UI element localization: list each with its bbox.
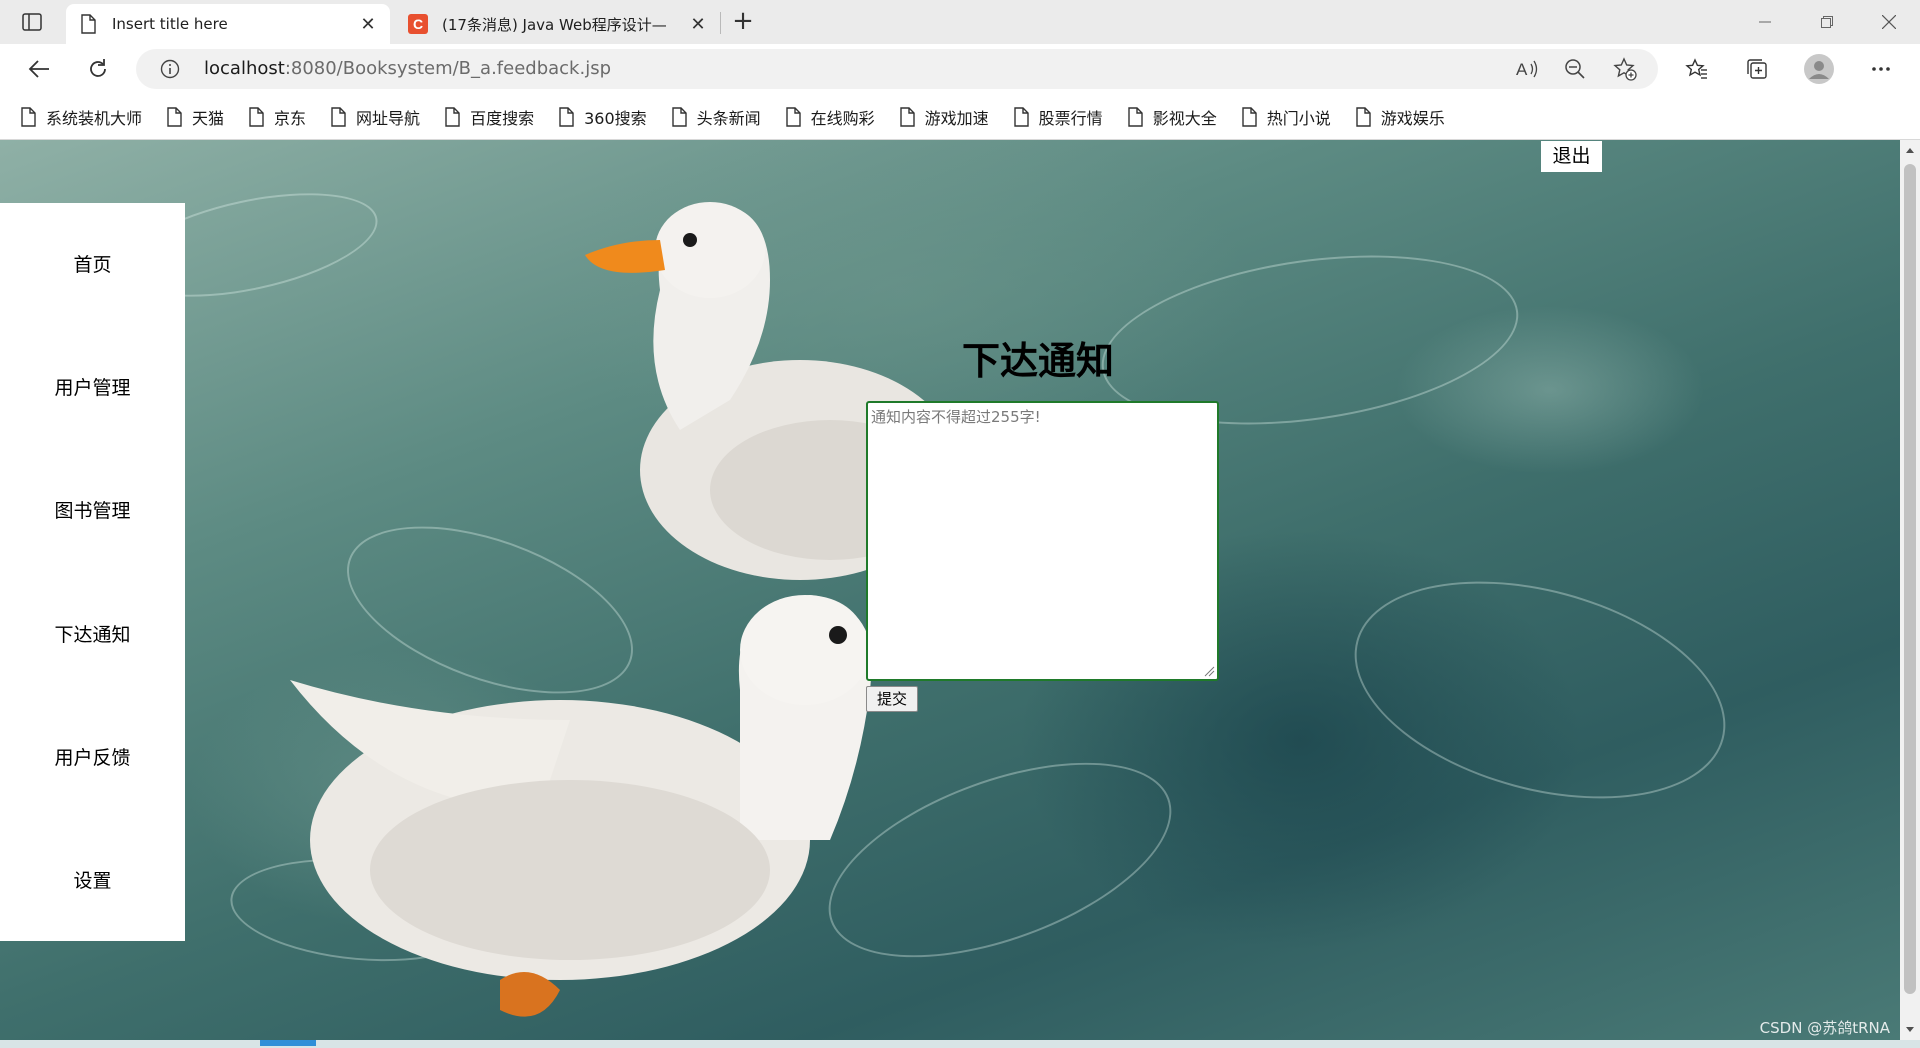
water-ripple [1330,544,1750,836]
bookmark-page-icon [1127,106,1143,127]
bookmark-item[interactable]: 头条新闻 [671,105,761,129]
bookmark-page-icon [1013,106,1029,127]
bookmark-item[interactable]: 游戏娱乐 [1355,105,1445,129]
bookmark-label: 游戏加速 [924,108,989,128]
tab-actions-icon[interactable] [14,8,50,36]
notice-textarea[interactable]: 通知内容不得超过255字! [866,401,1219,681]
svg-text:A: A [1516,60,1528,79]
bookmark-item[interactable]: 热门小说 [1241,105,1331,129]
bookmark-label: 网址导航 [356,108,421,128]
page-icon [78,14,98,34]
tab-separator [720,12,721,34]
scrollbar-thumb[interactable] [1904,164,1916,994]
window-controls [1734,0,1920,44]
bookmark-page-icon [21,106,36,127]
tab-strip: Insert title here ✕ C (17条消息) Java Web程序… [0,0,1920,44]
bookmark-item[interactable]: 京东 [248,105,306,129]
csdn-watermark: CSDN @苏鸽tRNA [1759,1019,1890,1037]
url-text: localhost:8080/Booksystem/B_a.feedback.j… [204,58,611,79]
tab-active[interactable]: Insert title here ✕ [66,4,390,44]
bookmark-label: 热门小说 [1266,108,1331,128]
bookmark-item[interactable]: 在线购彩 [785,105,875,129]
bookmark-page-icon [249,106,264,127]
browser-toolbar: localhost:8080/Booksystem/B_a.feedback.j… [0,44,1920,94]
bookmark-item[interactable]: 360搜索 [558,105,647,129]
page-title: 下达通知 [962,339,1115,383]
resize-grip-icon[interactable] [1203,665,1215,677]
bookmark-label: 游戏娱乐 [1380,108,1445,128]
scroll-up-icon[interactable] [1904,144,1916,156]
bookmark-label: 影视大全 [1152,108,1217,128]
url-path: :8080/Booksystem/B_a.feedback.jsp [284,58,612,79]
url-host: localhost [204,58,285,79]
sidebar-item-issue-notice[interactable]: 下达通知 [0,615,185,655]
bookmark-label: 京东 [274,108,307,128]
new-tab-button[interactable]: + [728,8,758,36]
tab-csdn[interactable]: C (17条消息) Java Web程序设计— ✕ [396,4,720,44]
read-aloud-icon[interactable]: A [1514,57,1538,81]
page-viewport: 首页 用户管理 图书管理 下达通知 用户反馈 设置 退出 下达通知 通知内容不得… [0,140,1900,1040]
favorites-icon[interactable] [1682,54,1712,84]
bookmark-label: 天猫 [192,108,225,128]
sidebar-nav: 首页 用户管理 图书管理 下达通知 用户反馈 设置 [0,203,185,941]
more-menu-icon[interactable] [1866,54,1896,84]
bookmark-item[interactable]: 天猫 [166,105,224,129]
sidebar-item-home[interactable]: 首页 [0,245,185,285]
bookmark-label: 在线购彩 [810,108,875,128]
bookmark-page-icon [167,106,182,127]
duck-front-image [290,595,872,1017]
close-window-icon[interactable] [1858,0,1920,44]
site-info-icon[interactable] [160,59,180,79]
close-tab-icon[interactable]: ✕ [688,14,708,35]
bookmark-label: 股票行情 [1038,108,1103,128]
bookmark-item[interactable]: 游戏加速 [899,105,989,129]
logout-button[interactable]: 退出 [1541,141,1602,172]
bookmark-label: 360搜索 [584,108,647,128]
bookmark-page-icon [1242,106,1257,127]
restore-icon[interactable] [1796,0,1858,44]
close-tab-icon[interactable]: ✕ [358,14,378,35]
submit-button[interactable]: 提交 [866,686,918,712]
bookmark-item[interactable]: 百度搜索 [444,105,534,129]
bookmark-item[interactable]: 网址导航 [330,105,420,129]
sidebar-item-user-feedback[interactable]: 用户反馈 [0,738,185,778]
minimize-icon[interactable] [1734,0,1796,44]
bookmark-item[interactable]: 股票行情 [1013,105,1103,129]
csdn-favicon-icon: C [408,14,428,34]
taskbar-active-indicator [260,1040,316,1046]
scroll-down-icon[interactable] [1904,1024,1916,1036]
bookmark-item[interactable]: 系统装机大师 [20,105,142,129]
tab-title: (17条消息) Java Web程序设计— [442,15,667,34]
zoom-out-icon[interactable] [1563,57,1587,81]
bookmark-label: 头条新闻 [696,108,761,128]
bookmark-label: 百度搜索 [470,108,535,128]
sidebar-item-user-management[interactable]: 用户管理 [0,368,185,408]
collections-icon[interactable] [1742,54,1772,84]
bookmark-page-icon [559,106,574,127]
vertical-scrollbar[interactable] [1900,140,1920,1040]
sidebar-item-settings[interactable]: 设置 [0,861,185,901]
bookmarks-bar: 系统装机大师 天猫 京东 网址导航 百度搜索 360搜索 头条新闻 在线购彩 游戏加速 股票行情 影… [0,94,1920,140]
sidebar-item-book-management[interactable]: 图书管理 [0,491,185,531]
refresh-icon[interactable] [83,54,113,84]
bookmark-item[interactable]: 影视大全 [1127,105,1217,129]
profile-avatar[interactable] [1804,54,1834,84]
tab-title: Insert title here [112,15,228,33]
taskbar-strip [0,1040,1920,1048]
textarea-placeholder: 通知内容不得超过255字! [871,408,1041,426]
bookmark-page-icon [785,106,801,127]
bookmark-label: 系统装机大师 [46,108,143,128]
bookmark-page-icon [331,106,346,127]
back-arrow-icon[interactable] [24,54,54,84]
add-favorite-icon[interactable] [1613,57,1637,81]
svg-text:C: C [413,16,423,32]
bookmark-page-icon [671,106,687,127]
bookmark-page-icon [445,106,460,127]
bookmark-page-icon [899,106,915,127]
address-bar[interactable]: localhost:8080/Booksystem/B_a.feedback.j… [136,49,1658,89]
bookmark-page-icon [1356,106,1371,127]
